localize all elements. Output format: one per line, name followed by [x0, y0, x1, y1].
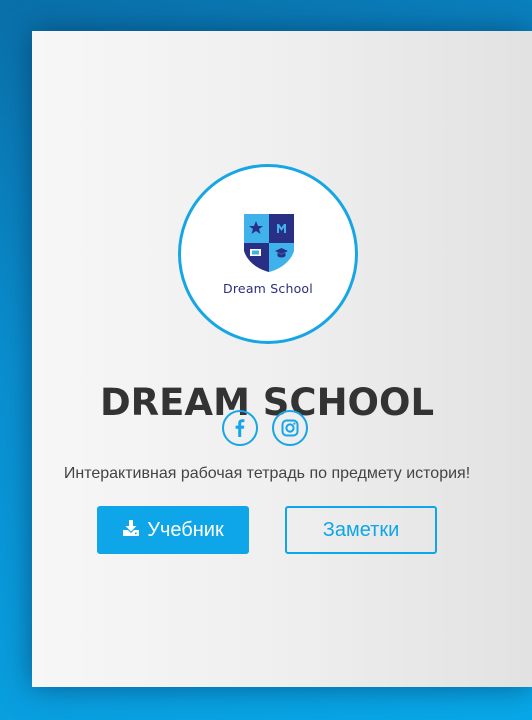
notes-button[interactable]: Заметки [285, 506, 437, 554]
facebook-link[interactable] [222, 410, 258, 446]
facebook-icon [235, 419, 245, 437]
page-title: DREAM SCHOOL [99, 381, 435, 424]
download-icon [123, 520, 140, 536]
tagline: Интерактивная рабочая тетрадь по предмет… [63, 465, 471, 482]
instagram-icon [281, 419, 299, 437]
notes-button-label: Заметки [322, 519, 400, 541]
textbook-button-label: Учебник [147, 519, 224, 541]
instagram-link[interactable] [272, 410, 308, 446]
logo-text: Dream School [223, 281, 313, 296]
textbook-button[interactable]: Учебник [97, 506, 249, 554]
profile-card: Dream School DREAM SCHOOL Интерактивная … [32, 31, 532, 687]
school-shield-icon [244, 214, 294, 272]
logo-circle: Dream School [178, 164, 358, 344]
